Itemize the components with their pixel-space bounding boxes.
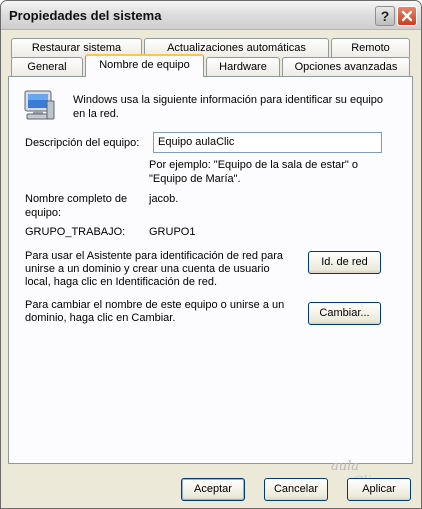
help-button[interactable]: ? <box>375 6 395 26</box>
description-label: Descripción del equipo: <box>25 137 140 149</box>
tab-opciones-avanzadas[interactable]: Opciones avanzadas <box>282 57 410 77</box>
cancel-button[interactable]: Cancelar <box>264 478 328 501</box>
network-id-button[interactable]: Id. de red <box>308 251 381 274</box>
computer-name-panel: Windows usa la siguiente información par… <box>8 76 413 464</box>
tab-general[interactable]: General <box>11 57 83 77</box>
watermark-line1: aula <box>331 459 360 474</box>
intro-text: Windows usa la siguiente información par… <box>73 94 384 120</box>
computer-icon <box>24 90 55 120</box>
change-text: Para cambiar el nombre de este equipo o … <box>25 299 285 324</box>
title-bar[interactable]: Propiedades del sistema ? <box>1 1 421 30</box>
window-title: Propiedades del sistema <box>9 8 162 23</box>
tab-remoto[interactable]: Remoto <box>331 38 410 58</box>
full-name-value: jacob. <box>149 193 179 205</box>
close-icon <box>401 10 413 22</box>
workgroup-value: GRUPO1 <box>149 226 196 238</box>
close-button[interactable] <box>397 6 417 26</box>
tab-hardware[interactable]: Hardware <box>206 57 280 77</box>
workgroup-label: GRUPO_TRABAJO: <box>25 226 126 238</box>
ok-button[interactable]: Aceptar <box>181 478 245 501</box>
full-name-label: Nombre completo de equipo: <box>25 193 128 219</box>
example-text: Por ejemplo: "Equipo de la sala de estar… <box>149 159 358 185</box>
description-input[interactable]: Equipo aulaClic <box>153 132 382 153</box>
tab-nombre-de-equipo[interactable]: Nombre de equipo <box>85 54 204 77</box>
network-id-text: Para usar el Asistente para identificaci… <box>25 250 284 288</box>
system-properties-window: Propiedades del sistema ? Restaurar sist… <box>0 0 422 509</box>
help-icon: ? <box>380 8 390 24</box>
apply-button[interactable]: Aplicar <box>347 478 411 501</box>
change-button[interactable]: Cambiar... <box>308 302 381 325</box>
